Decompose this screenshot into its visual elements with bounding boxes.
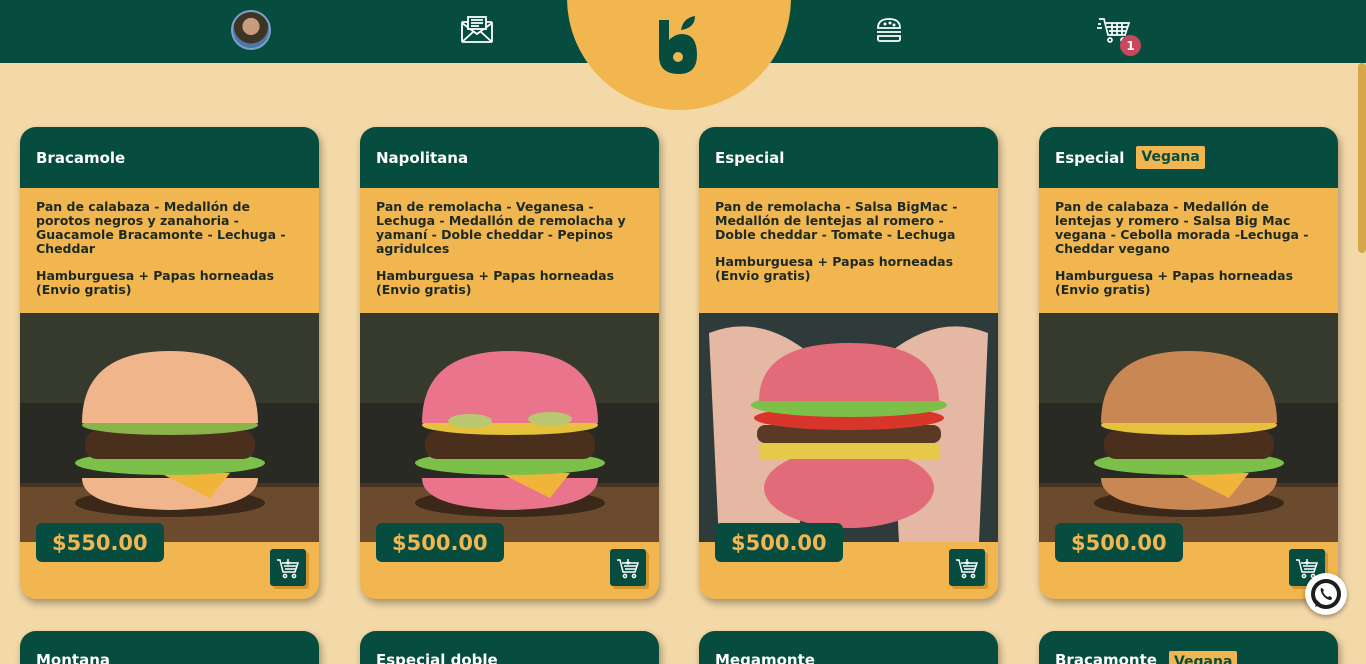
page-scrollbar[interactable] [1358, 63, 1366, 664]
product-name: Especial doble [376, 651, 498, 664]
product-card[interactable]: Especial Vegana Pan de calabaza - Medallón… [1039, 127, 1338, 599]
product-combo: Hamburguesa + Papas horneadas (Envio gra… [36, 268, 275, 297]
product-price: $500.00 [715, 523, 843, 562]
product-price: $500.00 [376, 523, 504, 562]
product-image [1039, 313, 1338, 542]
add-to-cart-button[interactable] [949, 549, 985, 586]
vegan-badge: Vegana [1136, 146, 1205, 169]
product-image [699, 313, 998, 542]
product-image [20, 313, 319, 542]
add-to-cart-icon [617, 558, 640, 578]
whatsapp-icon [1311, 579, 1341, 609]
card-header: Especial [699, 127, 998, 188]
add-to-cart-button[interactable] [270, 549, 306, 586]
product-card[interactable]: Montana [20, 631, 319, 664]
brand-logo-icon [659, 16, 697, 74]
product-name: Napolitana [376, 148, 469, 167]
card-header: Napolitana [360, 127, 659, 188]
product-ingredients: Pan de remolacha - Salsa BigMac - Medall… [715, 199, 958, 242]
card-description: Pan de remolacha - Veganesa - Lechuga - … [360, 188, 659, 313]
add-to-cart-button[interactable] [610, 549, 646, 586]
menu-button[interactable] [867, 8, 911, 52]
product-ingredients: Pan de remolacha - Veganesa - Lechuga - … [376, 199, 626, 256]
product-card[interactable]: Especial doble [360, 631, 659, 664]
card-header: Bracamole [20, 127, 319, 188]
brand-logo-link[interactable] [655, 14, 701, 76]
burger-icon [877, 18, 901, 42]
card-header: Bracamonte Vegana [1039, 631, 1338, 664]
cart-count-badge: 1 [1120, 35, 1141, 56]
product-card[interactable]: Megamonte [699, 631, 998, 664]
add-to-cart-icon [956, 558, 979, 578]
product-name: Megamonte [715, 651, 815, 664]
mail-icon [461, 16, 493, 43]
product-name: Especial [715, 148, 785, 167]
vegan-badge: Vegana [1168, 651, 1238, 664]
product-card[interactable]: Napolitana Pan de remolacha - Veganesa - … [360, 127, 659, 599]
card-header: Megamonte [699, 631, 998, 664]
user-avatar [231, 10, 271, 50]
card-description: Pan de calabaza - Medallón de porotos ne… [20, 188, 319, 313]
product-price: $550.00 [36, 523, 164, 562]
product-card[interactable]: Bracamole Pan de calabaza - Medallón de p… [20, 127, 319, 599]
card-header: Montana [20, 631, 319, 664]
product-name: Montana [36, 651, 111, 664]
add-to-cart-icon [277, 558, 300, 578]
product-ingredients: Pan de calabaza - Medallón de porotos ne… [36, 199, 286, 256]
product-combo: Hamburguesa + Papas horneadas (Envio gra… [1055, 268, 1294, 297]
product-image [360, 313, 659, 542]
messages-button[interactable] [455, 8, 499, 52]
product-combo: Hamburguesa + Papas horneadas (Envio gra… [715, 254, 954, 283]
product-combo: Hamburguesa + Papas horneadas (Envio gra… [376, 268, 615, 297]
whatsapp-button[interactable] [1305, 573, 1347, 615]
product-name: Especial [1055, 148, 1125, 167]
product-name: Bracamonte [1055, 651, 1157, 664]
product-ingredients: Pan de calabaza - Medallón de lentejas y… [1055, 199, 1309, 256]
card-description: Pan de calabaza - Medallón de lentejas y… [1039, 188, 1338, 313]
card-description: Pan de remolacha - Salsa BigMac - Medall… [699, 188, 998, 313]
scrollbar-thumb[interactable] [1358, 63, 1366, 253]
product-card[interactable]: Especial Pan de remolacha - Salsa BigMac … [699, 127, 998, 599]
product-name: Bracamole [36, 148, 126, 167]
card-header: Especial Vegana [1039, 127, 1338, 188]
product-price: $500.00 [1055, 523, 1183, 562]
profile-button[interactable] [229, 8, 273, 52]
card-header: Especial doble [360, 631, 659, 664]
product-card[interactable]: Bracamonte Vegana [1039, 631, 1338, 664]
